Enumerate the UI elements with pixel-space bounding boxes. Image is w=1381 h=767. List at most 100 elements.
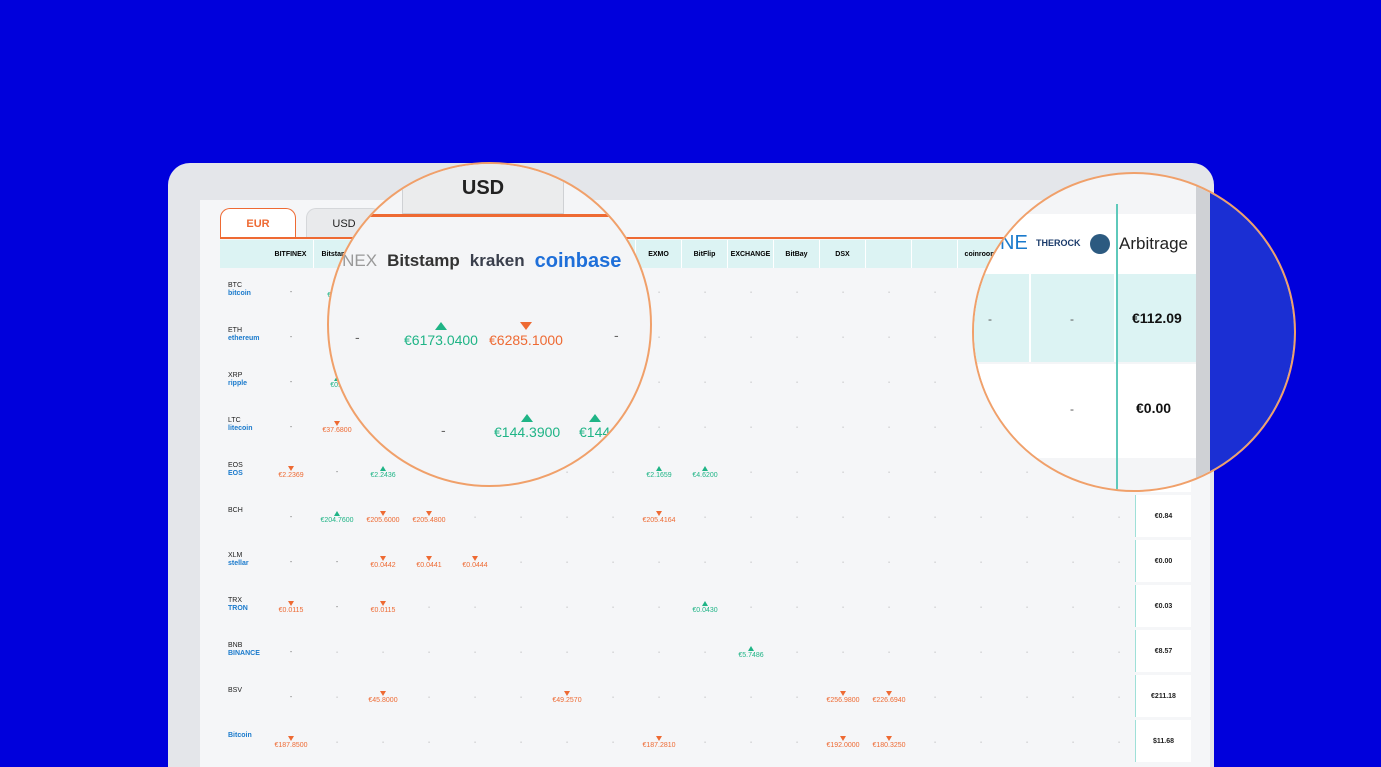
price-cell: · [933, 288, 937, 296]
price-cell: · [703, 693, 707, 701]
coin-code: TRX [228, 597, 242, 604]
tab-eur[interactable]: EUR [220, 208, 296, 238]
mag-cell: - [614, 327, 619, 343]
bitfinex-logo: FINEX [327, 251, 378, 270]
price-cell: · [519, 603, 523, 611]
price-cell: · [519, 738, 523, 746]
mag-tab-usd[interactable]: USD [402, 164, 564, 214]
price-cell: · [657, 648, 661, 656]
price-cell: €205.6000 [360, 495, 406, 539]
price-cell: · [703, 423, 707, 431]
price-cell: - [335, 558, 339, 566]
price-cell: · [473, 693, 477, 701]
mag-cell: - [355, 329, 360, 345]
price-cell: · [795, 693, 799, 701]
coin-name: ripple [228, 380, 248, 387]
price-cell: · [565, 558, 569, 566]
price-cell: €0.0430 [682, 585, 728, 629]
price-cell: · [703, 738, 707, 746]
price-cell: €2.2369 [268, 450, 314, 494]
price-cell: · [887, 513, 891, 521]
price-cell: · [841, 513, 845, 521]
price-cell: · [1025, 558, 1029, 566]
price-cell: · [933, 738, 937, 746]
price-cell: · [473, 513, 477, 521]
price-cell: · [519, 648, 523, 656]
price-cell: · [657, 423, 661, 431]
price-cell: €4.6200 [682, 450, 728, 494]
price-cell: · [1025, 738, 1029, 746]
price-cell: · [473, 648, 477, 656]
price-cell: · [887, 603, 891, 611]
price-cell: €5.7486 [728, 630, 774, 674]
price-cell: · [933, 603, 937, 611]
price-cell: - [289, 513, 293, 521]
coin-code: BCH [228, 507, 243, 514]
price-cell: €180.3250 [866, 720, 912, 764]
kraken-logo: kraken [469, 251, 525, 270]
price-cell: €226.6940 [866, 675, 912, 719]
price-cell: €2.1659 [636, 450, 682, 494]
arbitrage-header: Arbitrage [1119, 234, 1188, 253]
price-cell: - [289, 423, 293, 431]
price-cell: · [1071, 648, 1075, 656]
price-cell: · [611, 468, 615, 476]
coin-label: BSV [228, 687, 242, 695]
price-cell: · [1071, 513, 1075, 521]
price-cell: · [703, 513, 707, 521]
coin-name: stellar [228, 560, 249, 567]
price-cell: · [1071, 603, 1075, 611]
price-cell: · [381, 738, 385, 746]
mag-cell: €144 [579, 414, 610, 440]
coin-code: ETH [228, 327, 242, 334]
price-cell: · [749, 558, 753, 566]
price-cell: · [749, 513, 753, 521]
price-cell: - [289, 378, 293, 386]
price-cell: · [841, 558, 845, 566]
price-cell: · [749, 738, 753, 746]
price-cell: · [657, 693, 661, 701]
price-cell: - [335, 468, 339, 476]
coin-code: XLM [228, 552, 243, 559]
price-cell: - [289, 558, 293, 566]
mag-cell: €144.3900 [494, 414, 560, 440]
coin-code: BSV [228, 687, 243, 694]
price-cell: · [887, 288, 891, 296]
price-cell: · [979, 738, 983, 746]
price-cell: · [703, 558, 707, 566]
price-cell: - [289, 693, 293, 701]
price-cell: · [933, 378, 937, 386]
price-cell: · [933, 333, 937, 341]
coin-code: EOS [228, 462, 243, 469]
exchange-logo: BITFINEX [268, 240, 314, 268]
price-cell: €205.4164 [636, 495, 682, 539]
price-cell: €204.7600 [314, 495, 360, 539]
price-cell: · [473, 738, 477, 746]
coin-label: ETH ethereum [228, 327, 260, 343]
price-cell: · [611, 603, 615, 611]
coin-label: XLM stellar [228, 552, 249, 568]
price-cell: - [289, 333, 293, 341]
magnifier-arbitrage: NE THEROCK Arbitrage - - €112.09 - €0.00 [972, 172, 1296, 492]
price-cell: · [519, 693, 523, 701]
price-cell: · [335, 738, 339, 746]
exchange-logo: BitBay [774, 240, 820, 268]
price-cell: €49.2570 [544, 675, 590, 719]
price-cell: · [611, 558, 615, 566]
price-cell: €0.0441 [406, 540, 452, 584]
price-cell: · [933, 513, 937, 521]
price-cell: €0.0442 [360, 540, 406, 584]
price-cell: €0.0115 [268, 585, 314, 629]
price-cell: · [979, 648, 983, 656]
price-cell: · [933, 558, 937, 566]
price-cell: · [749, 603, 753, 611]
coin-label: Bitcoin [228, 732, 252, 740]
coin-name: litecoin [228, 425, 253, 432]
price-cell: · [1071, 738, 1075, 746]
price-cell: €205.4800 [406, 495, 452, 539]
price-cell: · [519, 558, 523, 566]
price-cell: · [381, 648, 385, 656]
price-cell: · [795, 603, 799, 611]
price-cell: · [565, 738, 569, 746]
bitstamp-logo: Bitstamp [387, 251, 460, 270]
